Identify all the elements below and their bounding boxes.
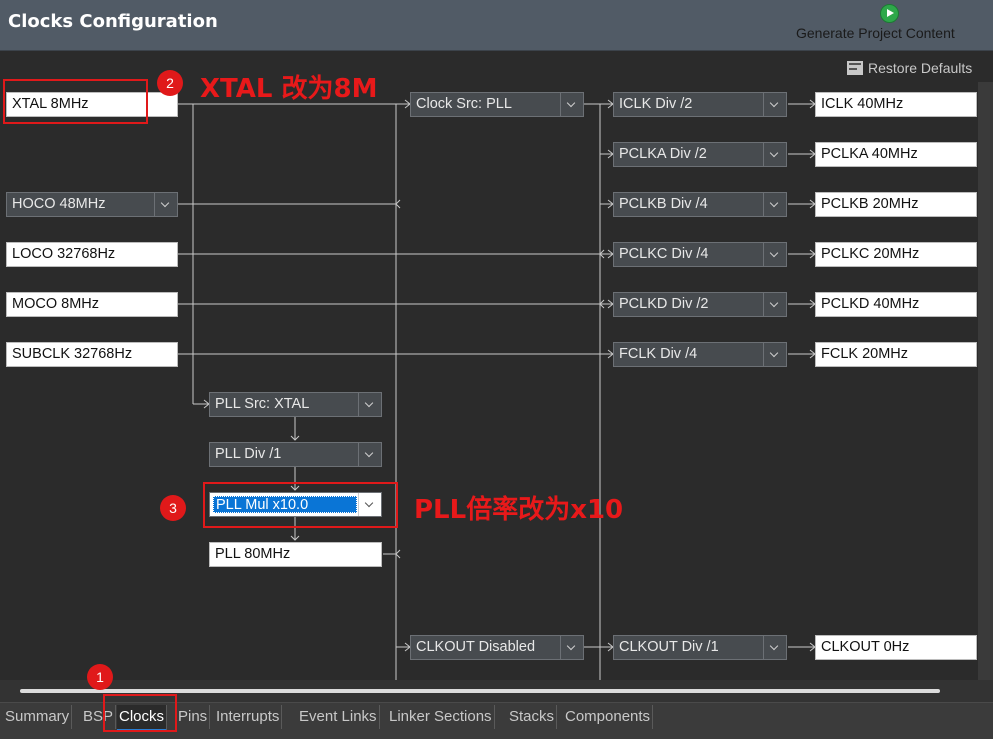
clock-src-label: Clock Src: PLL xyxy=(416,96,512,112)
pll-div-select[interactable]: PLL Div /1 xyxy=(209,442,382,467)
clkout-output: CLKOUT 0Hz xyxy=(815,635,977,660)
horizontal-scroll-thumb[interactable] xyxy=(20,689,940,693)
tab-summary[interactable]: Summary xyxy=(3,705,73,729)
pll-output-field: PLL 80MHz xyxy=(209,542,382,567)
hoco-select[interactable]: HOCO 48MHz xyxy=(6,192,178,217)
generate-project-content-button[interactable]: Generate Project Content xyxy=(796,25,955,41)
subclk-field[interactable]: SUBCLK 32768Hz xyxy=(6,342,178,367)
step-badge-2: 2 xyxy=(157,70,183,96)
pll-src-label: PLL Src: XTAL xyxy=(215,396,310,412)
pclka-div-select[interactable]: PCLKA Div /2 xyxy=(613,142,787,167)
tab-stacks[interactable]: Stacks xyxy=(507,705,558,729)
pclkc-output: PCLKC 20MHz xyxy=(815,242,977,267)
pclkc-div-select[interactable]: PCLKC Div /4 xyxy=(613,242,787,267)
clkout-src-label: CLKOUT Disabled xyxy=(416,639,536,655)
tab-pins[interactable]: Pins xyxy=(176,705,211,729)
xtal-highlight xyxy=(3,79,148,124)
iclk-div-label: ICLK Div /2 xyxy=(619,96,693,112)
chevron-down-icon xyxy=(763,93,786,116)
fclk-div-label: FCLK Div /4 xyxy=(619,346,698,362)
page-title: Clocks Configuration xyxy=(8,11,218,32)
chevron-down-icon xyxy=(763,636,786,659)
chevron-down-icon xyxy=(560,636,583,659)
pclka-div-label: PCLKA Div /2 xyxy=(619,146,707,162)
header-bar: Clocks Configuration Generate Project Co… xyxy=(0,0,993,51)
clocks-tab-highlight xyxy=(103,694,177,732)
chevron-down-icon xyxy=(763,143,786,166)
chevron-down-icon xyxy=(154,193,177,216)
pclka-output: PCLKA 40MHz xyxy=(815,142,977,167)
pclkd-div-select[interactable]: PCLKD Div /2 xyxy=(613,292,787,317)
iclk-div-select[interactable]: ICLK Div /2 xyxy=(613,92,787,117)
pclkc-div-label: PCLKC Div /4 xyxy=(619,246,709,262)
pclkb-div-label: PCLKB Div /4 xyxy=(619,196,708,212)
fclk-output: FCLK 20MHz xyxy=(815,342,977,367)
chevron-down-icon xyxy=(358,443,381,466)
clkout-div-select[interactable]: CLKOUT Div /1 xyxy=(613,635,787,660)
restore-defaults-button[interactable]: Restore Defaults xyxy=(847,60,972,76)
step-badge-3: 3 xyxy=(160,495,186,521)
chevron-down-icon xyxy=(763,243,786,266)
loco-field: LOCO 32768Hz xyxy=(6,242,178,267)
generate-run-icon[interactable] xyxy=(880,4,899,23)
pclkd-output: PCLKD 40MHz xyxy=(815,292,977,317)
vertical-scrollbar[interactable] xyxy=(978,82,993,682)
chevron-down-icon xyxy=(763,193,786,216)
pll-mul-highlight xyxy=(203,482,398,528)
pll-div-label: PLL Div /1 xyxy=(215,446,282,462)
pclkb-div-select[interactable]: PCLKB Div /4 xyxy=(613,192,787,217)
clkout-div-label: CLKOUT Div /1 xyxy=(619,639,719,655)
step-badge-1: 1 xyxy=(87,664,113,690)
tab-linker-sections[interactable]: Linker Sections xyxy=(387,705,495,729)
chevron-down-icon xyxy=(763,343,786,366)
tab-event-links[interactable]: Event Links xyxy=(297,705,380,729)
pclkd-div-label: PCLKD Div /2 xyxy=(619,296,709,312)
pclkb-output: PCLKB 20MHz xyxy=(815,192,977,217)
chevron-down-icon xyxy=(763,293,786,316)
clkout-src-select[interactable]: CLKOUT Disabled xyxy=(410,635,584,660)
chevron-down-icon xyxy=(358,393,381,416)
xtal-annotation: XTAL 改为8M xyxy=(200,74,378,104)
chevron-down-icon xyxy=(560,93,583,116)
clock-src-select[interactable]: Clock Src: PLL xyxy=(410,92,584,117)
restore-defaults-label: Restore Defaults xyxy=(868,60,973,76)
hoco-label: HOCO 48MHz xyxy=(12,196,106,212)
moco-field: MOCO 8MHz xyxy=(6,292,178,317)
tab-components[interactable]: Components xyxy=(563,705,654,729)
pll-src-select[interactable]: PLL Src: XTAL xyxy=(209,392,382,417)
restore-defaults-icon xyxy=(847,61,863,75)
tab-interrupts[interactable]: Interrupts xyxy=(214,705,283,729)
iclk-output: ICLK 40MHz xyxy=(815,92,977,117)
fclk-div-select[interactable]: FCLK Div /4 xyxy=(613,342,787,367)
pll-annotation: PLL倍率改为x10 xyxy=(414,495,624,525)
